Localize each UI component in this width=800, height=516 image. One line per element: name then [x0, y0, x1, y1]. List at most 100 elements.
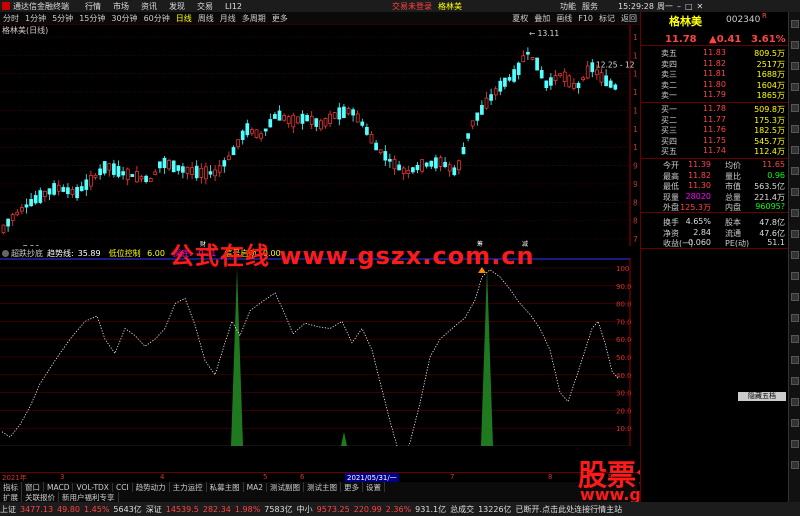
period-tab-selected[interactable]: 日线	[173, 13, 195, 24]
event-marker-label[interactable]: 筹	[476, 241, 484, 249]
indicator-name[interactable]: 超跌抄底	[11, 248, 43, 259]
ask-row[interactable]: 卖一 11.79 1865万	[641, 90, 789, 100]
extension-tab[interactable]: 关联报价	[22, 491, 59, 503]
date-tick-label: 8	[548, 473, 553, 481]
period-tab[interactable]: 多周期	[239, 13, 269, 24]
depth-level-label: 卖四	[661, 59, 677, 69]
tool-strip-icon[interactable]	[791, 62, 799, 70]
indicator-tab[interactable]: 更多	[341, 481, 364, 493]
tool-strip-icon[interactable]	[791, 377, 799, 385]
close-icon[interactable]: ✕	[697, 2, 704, 11]
menu-discover[interactable]: 发现	[169, 1, 185, 12]
extension-tab[interactable]: 扩展	[0, 491, 22, 503]
period-tab[interactable]: 月线	[217, 13, 239, 24]
candle-down	[480, 104, 484, 115]
minimize-icon[interactable]: –	[677, 2, 681, 11]
period-tab-more[interactable]: 更多	[269, 13, 291, 24]
indicator-tab[interactable]: VOL-TDX	[73, 482, 113, 492]
period-tab[interactable]: 1分钟	[22, 13, 49, 24]
indicator-icon[interactable]	[2, 249, 9, 257]
nav-button[interactable]: 夏权	[509, 13, 531, 24]
trade-login-status[interactable]: 交易未登录	[392, 1, 432, 12]
tool-strip-icon[interactable]	[791, 314, 799, 322]
depth-level-label: 买二	[661, 115, 677, 125]
tool-strip-icon[interactable]	[791, 83, 799, 91]
tool-strip-icon[interactable]	[791, 419, 799, 427]
menu-market[interactable]: 市场	[113, 1, 129, 12]
tool-strip-icon[interactable]	[791, 335, 799, 343]
nav-button[interactable]: F10	[575, 14, 596, 23]
candle-down	[411, 167, 415, 173]
ask-row[interactable]: 卖二 11.80 1604万	[641, 80, 789, 90]
price-tick-label: 7.50	[633, 235, 637, 244]
app-title: 通达信金融终端	[13, 1, 69, 11]
bid-row[interactable]: 买四 11.75 545.7万	[641, 136, 789, 146]
extension-tabs: 扩展 关联报价 新用户福利专享	[0, 491, 637, 503]
tool-strip-icon[interactable]	[791, 104, 799, 112]
tool-strip-icon[interactable]	[791, 293, 799, 301]
tool-strip-icon[interactable]	[791, 125, 799, 133]
bid-row[interactable]: 买一 11.78 509.8万	[641, 104, 789, 114]
period-tab[interactable]: 30分钟	[108, 13, 140, 24]
tool-strip-icon[interactable]	[791, 41, 799, 49]
status-item[interactable]: 已断开.点击此处连接行情主站	[516, 504, 623, 515]
nav-button[interactable]: 返回	[618, 13, 640, 24]
tool-strip-icon[interactable]	[791, 251, 799, 259]
hide-depth-button[interactable]: 隐藏五档	[738, 392, 786, 401]
nav-button[interactable]: 叠加	[531, 13, 553, 24]
tool-strip-icon[interactable]	[791, 146, 799, 154]
indicator-tab[interactable]: 测试副图	[267, 481, 305, 493]
extension-tab[interactable]: 新用户福利专享	[59, 491, 119, 503]
menu-func[interactable]: 功能	[560, 1, 576, 12]
period-tab[interactable]: 周线	[195, 13, 217, 24]
tool-strip-icon[interactable]	[791, 188, 799, 196]
period-tab[interactable]: 分时	[0, 13, 22, 24]
indicator-tab[interactable]: MACD	[44, 482, 74, 492]
candle-down	[112, 163, 116, 175]
tool-strip-icon[interactable]	[791, 440, 799, 448]
menu-li12[interactable]: LI12	[225, 2, 242, 11]
period-tab[interactable]: 60分钟	[141, 13, 173, 24]
indicator-tab[interactable]: MA2	[244, 482, 268, 492]
candlestick-chart[interactable]: 13.00 12.50 12.00 11.50 11.00 10.50 10.00 9.50 9…	[0, 25, 637, 246]
bid-row[interactable]: 买五 11.74 112.4万	[641, 146, 789, 156]
indicator-tab[interactable]: 主力运控	[170, 481, 207, 493]
period-tab[interactable]: 5分钟	[49, 13, 76, 24]
tool-strip-icon[interactable]	[791, 209, 799, 217]
tool-strip-icon[interactable]	[791, 20, 799, 28]
tool-strip-icon[interactable]	[791, 272, 799, 280]
indicator-tab[interactable]: 测试主图	[304, 481, 342, 493]
candle-up	[328, 113, 332, 124]
tool-strip-icon[interactable]	[791, 167, 799, 175]
tool-strip-icon[interactable]	[791, 461, 799, 469]
event-marker-label[interactable]: 减	[521, 241, 529, 249]
maximize-icon[interactable]: □	[685, 2, 693, 11]
tool-strip-icon[interactable]	[791, 398, 799, 406]
indicator-tab[interactable]: 设置	[363, 481, 386, 493]
right-tool-strip[interactable]	[788, 12, 800, 502]
indicator-tab[interactable]: CCI	[113, 482, 133, 492]
bid-row[interactable]: 买二 11.77 175.3万	[641, 115, 789, 125]
indicator-chart[interactable]: 100 90.0 80.0 70.0 60.0 50.0 40.0 30.0 20.0 10.0	[0, 258, 637, 446]
indicator-tick-label: 10.0	[616, 425, 632, 433]
candle-up	[1, 224, 6, 234]
menu-news[interactable]: 资讯	[141, 1, 157, 12]
bid-row[interactable]: 买三 11.76 182.5万	[641, 125, 789, 135]
depth-volume: 809.5万	[754, 49, 785, 58]
nav-button[interactable]: 画线	[553, 13, 575, 24]
ask-row[interactable]: 卖三 11.81 1688万	[641, 69, 789, 79]
stat-value: 96095?	[755, 202, 785, 212]
ask-row[interactable]: 卖四 11.82 2517万	[641, 59, 789, 69]
tool-strip-icon[interactable]	[791, 356, 799, 364]
tool-strip-icon[interactable]	[791, 230, 799, 238]
menu-service[interactable]: 服务	[582, 1, 598, 12]
ask-row[interactable]: 卖五 11.83 809.5万	[641, 48, 789, 58]
event-marker-label[interactable]: 财	[199, 241, 207, 249]
menu-market-quote[interactable]: 行情	[85, 1, 101, 12]
period-tab[interactable]: 15分钟	[76, 13, 108, 24]
indicator-tab[interactable]: 私募主图	[207, 481, 244, 493]
nav-button[interactable]: 标记	[596, 13, 618, 24]
menu-trade[interactable]: 交易	[197, 1, 213, 12]
depth-volume: 509.8万	[754, 105, 785, 114]
indicator-tab[interactable]: 趋势动力	[133, 481, 170, 493]
